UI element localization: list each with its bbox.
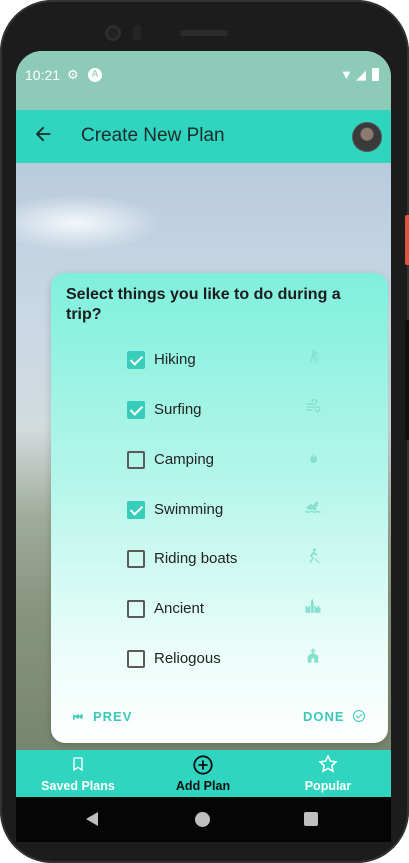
prev-label: PREV [93,709,133,724]
option-label: Riding boats [154,550,238,567]
status-bar: 10:21 ⚙ A ▼ ◢ [16,51,391,110]
system-home-icon[interactable] [195,812,210,827]
nav-label: Add Plan [175,779,231,793]
bottom-navigation: Saved Plans Add Plan Popular [16,750,391,797]
rowing-icon [302,547,324,569]
option-camping[interactable]: Camping [127,447,337,475]
bookmark-icon [23,754,133,776]
option-label: Surfing [154,401,202,418]
speaker-grille [180,30,228,36]
hiking-icon [302,348,324,370]
page-title: Create New Plan [81,125,225,146]
nav-label: Popular [304,779,352,793]
wind-icon [302,398,324,420]
church-icon [302,647,324,669]
sensor [133,25,141,41]
question-text: Select things you like to do during a tr… [66,286,341,323]
checkbox-religious[interactable] [127,650,145,668]
prev-button[interactable]: ⏮ PREV [73,709,132,725]
option-label: Hiking [154,351,196,368]
fire-icon [302,448,324,470]
star-icon [273,754,383,776]
system-recents-icon[interactable] [304,812,318,826]
add-circle-icon [148,754,258,776]
option-swimming[interactable]: Swimming [127,497,337,525]
system-navigation-bar [16,797,391,842]
nav-popular[interactable]: Popular [273,754,383,796]
checkbox-riding-boats[interactable] [127,550,145,568]
swimming-icon [302,498,324,520]
done-button[interactable]: DONE [303,709,365,724]
option-riding-boats[interactable]: Riding boats [127,546,337,574]
signal-icon: ◢ [356,67,366,82]
option-hiking[interactable]: Hiking [127,347,337,375]
status-time: 10:21 [25,67,61,83]
nav-saved-plans[interactable]: Saved Plans [23,754,133,796]
avatar[interactable] [352,122,382,152]
system-back-icon[interactable] [86,812,98,826]
option-label: Ancient [154,600,205,617]
volume-button [405,320,409,440]
checkbox-camping[interactable] [127,451,145,469]
phone-frame: 10:21 ⚙ A ▼ ◢ Create New Plan Select thi… [0,0,409,863]
option-label: Reliogous [154,650,221,667]
check-circle-icon [352,710,365,722]
option-religious[interactable]: Reliogous [127,646,337,674]
castle-icon [302,597,324,619]
gear-icon: ⚙ [67,67,79,82]
nav-label: Saved Plans [41,779,115,793]
option-label: Swimming [154,501,224,518]
screen: 10:21 ⚙ A ▼ ◢ Create New Plan Select thi… [16,51,391,797]
checkbox-ancient[interactable] [127,600,145,618]
option-surfing[interactable]: Surfing [127,397,337,425]
checkbox-surfing[interactable] [127,401,145,419]
nav-add-plan[interactable]: Add Plan [148,754,258,796]
power-button [405,215,409,265]
preferences-card: Select things you like to do during a tr… [51,273,388,743]
option-ancient[interactable]: Ancient [127,596,337,624]
done-label: DONE [303,709,345,724]
checkbox-swimming[interactable] [127,501,145,519]
wifi-icon: ▼ [340,67,353,82]
arrow-left-icon[interactable] [30,123,56,149]
skip-previous-icon: ⏮ [73,712,84,724]
app-notification-icon: A [88,68,102,82]
option-label: Camping [154,451,215,468]
checkbox-hiking[interactable] [127,351,145,369]
battery-icon [372,68,379,81]
app-bar: Create New Plan [16,110,391,163]
front-camera [105,25,121,41]
